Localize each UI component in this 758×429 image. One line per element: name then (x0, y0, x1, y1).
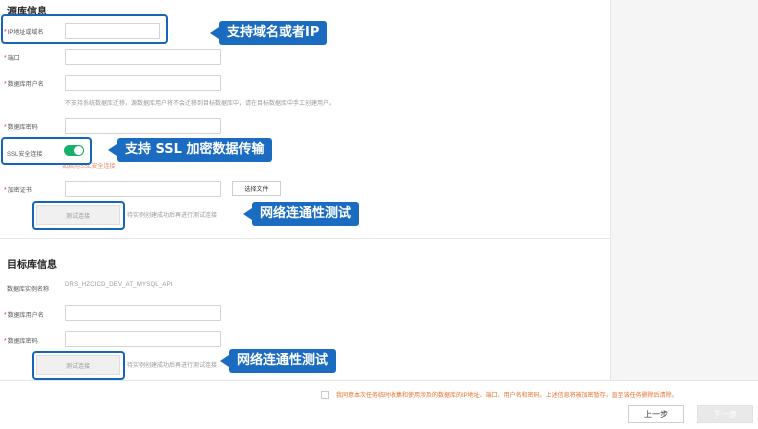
callout-domain-ip: 支持域名或者IP (209, 21, 328, 45)
highlight-ip (1, 14, 168, 44)
prev-step-button[interactable]: 上一步 (628, 405, 684, 423)
target-password-label: *数据库密码 (4, 338, 38, 345)
next-step-button[interactable]: 下一步 (697, 405, 753, 423)
instance-name-label: 数据库实例名称 (7, 287, 50, 293)
port-label: *端口 (4, 55, 20, 62)
highlight-test-source (32, 201, 125, 230)
callout-ssl: 支持 SSL 加密数据传输 (107, 138, 273, 162)
source-password-input[interactable] (65, 118, 221, 134)
target-test-hint: 待实例创建成功后再进行测试连接 (127, 363, 218, 369)
target-user-input[interactable] (65, 305, 221, 321)
side-panel (610, 0, 758, 380)
agree-text: 我同意本次任务临时收集和使用涉及的数据库的IP地址、端口、用户名和密码。上述信息… (336, 393, 678, 399)
source-password-label: *数据库密码 (4, 124, 38, 131)
choose-file-button[interactable]: 选择文件 (232, 181, 281, 196)
highlight-ssl (1, 137, 92, 165)
form-panel: 源库信息 *IP地址或域名 *端口 *数据库用户名 不支持系统数据库迁移，源数据… (0, 0, 610, 380)
callout-network-test-target: 网络连通性测试 (219, 349, 337, 373)
cert-input[interactable] (65, 181, 221, 197)
target-section-title: 目标库信息 (7, 260, 57, 271)
footer-bar: 我同意本次任务临时收集和使用涉及的数据库的IP地址、端口、用户名和密码。上述信息… (0, 380, 758, 429)
cert-label: *加密证书 (4, 187, 32, 194)
target-password-input[interactable] (65, 331, 221, 347)
agree-checkbox[interactable] (321, 391, 329, 399)
section-divider (0, 238, 610, 239)
source-test-hint: 待实例创建成功后再进行测试连接 (127, 213, 218, 219)
instance-name-value: DRS_HZCICD_DEV_AT_MYSQL_API (65, 282, 173, 288)
source-user-input[interactable] (65, 75, 221, 91)
highlight-test-target (32, 351, 125, 380)
callout-network-test-source: 网络连通性测试 (242, 202, 360, 226)
target-user-label: *数据库用户名 (4, 312, 44, 319)
source-user-label: *数据库用户名 (4, 81, 44, 88)
source-user-hint: 不支持系统数据库迁移，源数据库用户将不会迁移到目标数据库中，请在目标数据库中手工… (65, 101, 336, 107)
port-input[interactable] (65, 49, 221, 65)
